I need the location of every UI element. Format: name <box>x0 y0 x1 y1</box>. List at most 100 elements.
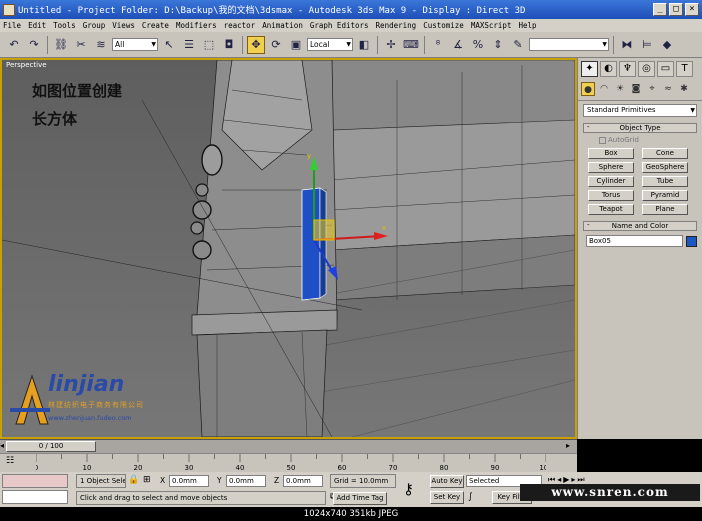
modify-tab-icon[interactable]: ◐ <box>600 61 617 77</box>
curve-editor-icon[interactable]: ☷ <box>6 456 14 466</box>
menu-create[interactable]: Create <box>142 21 169 30</box>
select-and-rotate-icon[interactable]: ⟳ <box>267 36 285 54</box>
frame-tick-label: 80 <box>440 464 449 472</box>
frame-tick-label: 50 <box>287 464 296 472</box>
display-tab-icon[interactable]: ▭ <box>657 61 674 77</box>
plane-button[interactable]: Plane <box>642 204 688 215</box>
spinner-snap-icon[interactable]: ⇕ <box>489 36 507 54</box>
menu-customize[interactable]: Customize <box>423 21 464 30</box>
geometry-icon[interactable]: ● <box>581 82 595 96</box>
menu-graph-editors[interactable]: Graph Editors <box>310 21 369 30</box>
menu-tools[interactable]: Tools <box>53 21 76 30</box>
track-bar[interactable]: ☷ 0 10 20 30 40 50 60 70 80 90 100 <box>0 453 577 472</box>
object-name-field[interactable]: Box05 <box>586 235 683 247</box>
z-label: Z <box>274 476 280 485</box>
previous-frame-icon[interactable]: ◂ <box>0 441 4 450</box>
autogrid-checkbox[interactable]: AutoGrid <box>599 136 702 144</box>
reference-coordinate-dropdown[interactable]: Local <box>307 38 353 51</box>
motion-tab-icon[interactable]: ◎ <box>638 61 655 77</box>
selection-filter-dropdown[interactable]: All <box>112 38 158 51</box>
menu-help[interactable]: Help <box>518 21 536 30</box>
undo-icon[interactable]: ↶ <box>5 36 23 54</box>
utilities-tab-icon[interactable]: T <box>676 61 693 77</box>
set-key-button[interactable]: Set Key <box>430 491 464 504</box>
space-warps-icon[interactable]: ≈ <box>661 82 675 96</box>
select-and-scale-icon[interactable]: ▣ <box>287 36 305 54</box>
minimize-button[interactable]: _ <box>653 3 667 16</box>
autogrid-checkbox-box[interactable] <box>599 136 606 144</box>
time-slider-thumb[interactable]: 0 / 100 <box>6 441 96 452</box>
default-in-out-tangent-icon[interactable]: ∫ <box>468 492 473 502</box>
y-coordinate-field[interactable]: 0.0mm <box>226 475 266 487</box>
hierarchy-tab-icon[interactable]: ♆ <box>619 61 636 77</box>
menu-animation[interactable]: Animation <box>262 21 303 30</box>
shapes-icon[interactable]: ◠ <box>597 82 611 96</box>
layer-manager-icon[interactable]: ◆ <box>658 36 676 54</box>
mirror-icon[interactable]: ⧓ <box>618 36 636 54</box>
menu-views[interactable]: Views <box>112 21 135 30</box>
select-and-move-icon[interactable]: ✥ <box>247 35 265 54</box>
menu-rendering[interactable]: Rendering <box>376 21 417 30</box>
go-to-start-icon[interactable]: ⏮ <box>548 475 557 484</box>
cameras-icon[interactable]: ◙ <box>629 82 643 96</box>
menu-edit[interactable]: Edit <box>28 21 46 30</box>
keyboard-shortcut-icon[interactable]: ⌨ <box>402 36 420 54</box>
select-manipulate-icon[interactable]: ✢ <box>382 36 400 54</box>
menu-file[interactable]: File <box>3 21 21 30</box>
unlink-icon[interactable]: ✂ <box>72 36 90 54</box>
menu-modifiers[interactable]: Modifiers <box>176 21 217 30</box>
select-object-icon[interactable]: ↖ <box>160 36 178 54</box>
lights-icon[interactable]: ☀ <box>613 82 627 96</box>
menu-maxscript[interactable]: MAXScript <box>471 21 512 30</box>
go-to-end-icon[interactable]: ⏭ <box>577 475 586 484</box>
teapot-button[interactable]: Teapot <box>588 204 634 215</box>
menu-group[interactable]: Group <box>83 21 106 30</box>
window-crossing-icon[interactable]: ◘ <box>220 36 238 54</box>
create-tab-icon[interactable]: ✦ <box>581 61 598 77</box>
tube-button[interactable]: Tube <box>642 176 688 187</box>
absolute-mode-icon[interactable]: ⊞ <box>143 475 151 485</box>
pyramid-button[interactable]: Pyramid <box>642 190 688 201</box>
cylinder-button[interactable]: Cylinder <box>588 176 634 187</box>
pivot-center-icon[interactable]: ◧ <box>355 36 373 54</box>
geosphere-button[interactable]: GeoSphere <box>642 162 688 173</box>
select-by-name-icon[interactable]: ☰ <box>180 36 198 54</box>
add-time-tag-button[interactable]: Add Time Tag <box>333 492 387 505</box>
object-color-swatch[interactable] <box>686 235 697 247</box>
maxscript-listener-bottom[interactable] <box>2 490 68 504</box>
align-icon[interactable]: ⊨ <box>638 36 656 54</box>
perspective-viewport[interactable]: x y Perspective 如图位置创建 长方体 linjian 林建纺织电… <box>0 58 577 439</box>
box-button[interactable]: Box <box>588 148 634 159</box>
primitive-type-dropdown[interactable]: Standard Primitives <box>583 104 697 117</box>
bind-space-warp-icon[interactable]: ≋ <box>92 36 110 54</box>
rectangular-selection-icon[interactable]: ⬚ <box>200 36 218 54</box>
named-selection-icon[interactable]: ✎ <box>509 36 527 54</box>
viewport-label[interactable]: Perspective <box>6 61 47 69</box>
systems-icon[interactable]: ✱ <box>677 82 691 96</box>
angle-snap-icon[interactable]: ∡ <box>449 36 467 54</box>
maxscript-listener-top[interactable] <box>2 474 68 488</box>
named-selection-sets-dropdown[interactable] <box>529 38 609 51</box>
close-button[interactable]: × <box>685 3 699 16</box>
auto-key-button[interactable]: Auto Key <box>430 475 464 488</box>
menu-reactor[interactable]: reactor <box>224 21 256 30</box>
brand-mark-icon <box>10 374 50 425</box>
percent-snap-icon[interactable]: % <box>469 36 487 54</box>
cone-button[interactable]: Cone <box>642 148 688 159</box>
brand-name: linjian <box>48 372 125 397</box>
redo-icon[interactable]: ↷ <box>25 36 43 54</box>
torus-button[interactable]: Torus <box>588 190 634 201</box>
x-coordinate-field[interactable]: 0.0mm <box>169 475 209 487</box>
next-frame-icon[interactable]: ▸ <box>566 441 570 450</box>
time-slider[interactable]: ◂ 0 / 100 ▸ <box>0 439 577 453</box>
snap-toggle-icon[interactable]: ⁸ <box>429 36 447 54</box>
sphere-button[interactable]: Sphere <box>588 162 634 173</box>
select-and-link-icon[interactable]: ⛓ <box>52 36 70 54</box>
object-type-rollout[interactable]: Object Type <box>583 123 697 133</box>
helpers-icon[interactable]: ⌖ <box>645 82 659 96</box>
z-coordinate-field[interactable]: 0.0mm <box>283 475 323 487</box>
key-icon[interactable]: ⚷ <box>403 480 414 498</box>
maximize-button[interactable]: □ <box>669 3 683 16</box>
name-and-color-rollout[interactable]: Name and Color <box>583 221 697 231</box>
lock-icon[interactable]: 🔒 <box>128 475 139 485</box>
